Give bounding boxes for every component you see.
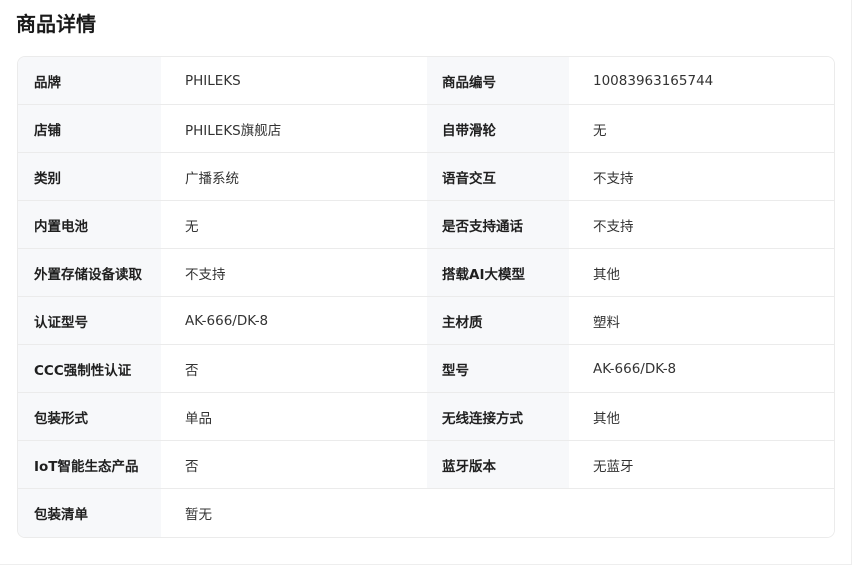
spec-label: 认证型号 [18, 297, 161, 344]
table-row: 店铺 PHILEKS旗舰店 自带滑轮 无 [18, 105, 834, 153]
table-row: 外置存储设备读取 不支持 搭载AI大模型 其他 [18, 249, 834, 297]
table-row: 类别 广播系统 语音交互 不支持 [18, 153, 834, 201]
spec-value: 不支持 [569, 201, 834, 248]
spec-value: 其他 [569, 249, 834, 296]
table-row: 包装清单 暂无 [18, 489, 834, 537]
section-title: 商品详情 [16, 12, 96, 36]
spec-value: 无蓝牙 [569, 441, 834, 488]
spec-value: 无 [161, 201, 427, 248]
spec-label: 包装清单 [18, 489, 161, 537]
spec-label: 无线连接方式 [427, 393, 569, 440]
spec-value: 不支持 [161, 249, 427, 296]
spec-label: 商品编号 [427, 57, 569, 104]
table-row: 内置电池 无 是否支持通话 不支持 [18, 201, 834, 249]
spec-value: 广播系统 [161, 153, 427, 200]
spec-value: 其他 [569, 393, 834, 440]
table-row: 包装形式 单品 无线连接方式 其他 [18, 393, 834, 441]
spec-label: 自带滑轮 [427, 105, 569, 152]
spec-value: 塑料 [569, 297, 834, 344]
product-details-panel: 商品详情 品牌 PHILEKS 商品编号 10083963165744 店铺 P… [0, 0, 852, 565]
spec-label: 是否支持通话 [427, 201, 569, 248]
spec-value: 单品 [161, 393, 427, 440]
spec-label: 店铺 [18, 105, 161, 152]
spec-value: 暂无 [161, 489, 834, 537]
spec-value: AK-666/DK-8 [569, 345, 834, 392]
spec-value: 不支持 [569, 153, 834, 200]
table-row: CCC强制性认证 否 型号 AK-666/DK-8 [18, 345, 834, 393]
table-row: IoT智能生态产品 否 蓝牙版本 无蓝牙 [18, 441, 834, 489]
spec-label: CCC强制性认证 [18, 345, 161, 392]
spec-value: 否 [161, 345, 427, 392]
spec-label: 主材质 [427, 297, 569, 344]
spec-value: PHILEKS旗舰店 [161, 105, 427, 152]
spec-label: 外置存储设备读取 [18, 249, 161, 296]
table-row: 品牌 PHILEKS 商品编号 10083963165744 [18, 57, 834, 105]
spec-label: IoT智能生态产品 [18, 441, 161, 488]
spec-label: 蓝牙版本 [427, 441, 569, 488]
table-row: 认证型号 AK-666/DK-8 主材质 塑料 [18, 297, 834, 345]
spec-label: 品牌 [18, 57, 161, 104]
spec-value: 10083963165744 [569, 57, 834, 104]
spec-value: 否 [161, 441, 427, 488]
spec-label: 语音交互 [427, 153, 569, 200]
spec-table: 品牌 PHILEKS 商品编号 10083963165744 店铺 PHILEK… [17, 56, 835, 538]
spec-label: 型号 [427, 345, 569, 392]
spec-value: AK-666/DK-8 [161, 297, 427, 344]
spec-label: 内置电池 [18, 201, 161, 248]
spec-label: 类别 [18, 153, 161, 200]
spec-label: 搭载AI大模型 [427, 249, 569, 296]
spec-value: PHILEKS [161, 57, 427, 104]
spec-value: 无 [569, 105, 834, 152]
spec-label: 包装形式 [18, 393, 161, 440]
